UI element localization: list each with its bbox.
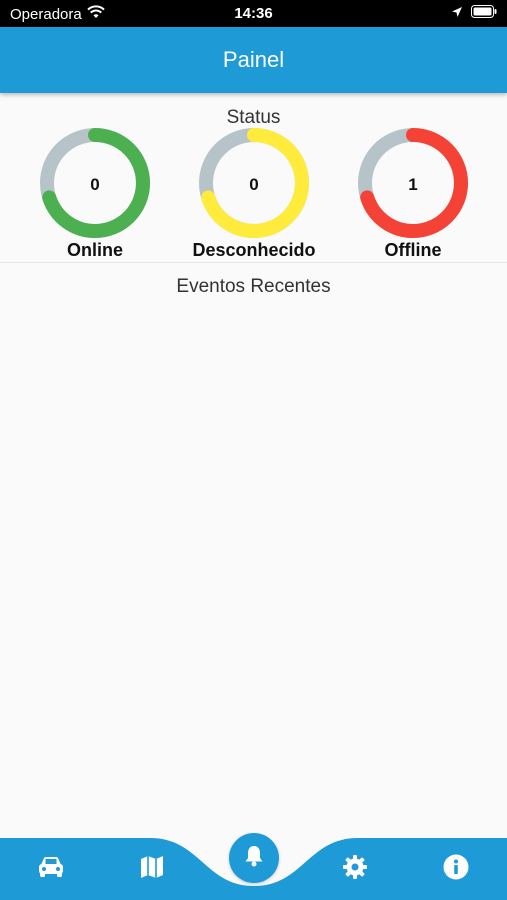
battery-icon — [471, 5, 497, 22]
status-icons — [451, 5, 497, 22]
section-divider — [0, 262, 507, 263]
status-section-title: Status — [226, 107, 281, 128]
page-title: Painel — [222, 47, 285, 72]
bell-icon — [243, 844, 265, 873]
bottom-navigation — [0, 833, 507, 900]
gauge-value: 0 — [90, 175, 100, 194]
gauge-label: Desconhecido — [192, 240, 316, 260]
gauge-label: Offline — [384, 240, 442, 260]
gauge-value: 1 — [408, 175, 418, 194]
app-bar: Painel — [0, 27, 507, 93]
gauge-online: 0 Online — [15, 128, 175, 264]
recent-events-title: Eventos Recentes — [176, 276, 331, 297]
nav-alerts-button[interactable] — [229, 833, 279, 883]
location-arrow-icon — [451, 5, 463, 22]
clock: 14:36 — [234, 5, 273, 22]
system-status-bar: Operadora 14:36 — [0, 0, 507, 27]
car-icon — [37, 855, 65, 884]
nav-vehicles[interactable] — [21, 838, 81, 900]
gauge-value: 0 — [249, 175, 259, 194]
info-icon — [443, 854, 469, 885]
gauge-label: Online — [66, 240, 123, 260]
gauge-offline: 1 Offline — [333, 128, 493, 264]
gear-icon — [342, 854, 368, 885]
nav-info[interactable] — [426, 838, 486, 900]
map-icon — [139, 855, 165, 884]
nav-settings[interactable] — [325, 838, 385, 900]
nav-map[interactable] — [122, 838, 182, 900]
gauge-unknown: 0 Desconhecido — [174, 128, 334, 264]
